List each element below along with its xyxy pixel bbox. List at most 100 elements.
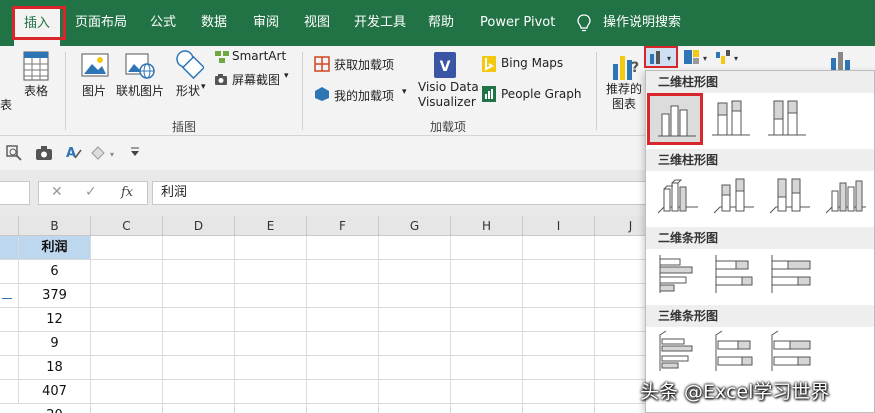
get-addins-button[interactable]: 获取加载项 xyxy=(334,56,394,73)
tab-insert[interactable]: 插入 xyxy=(12,6,66,46)
hierarchy-chart-icon[interactable]: ▾ xyxy=(682,48,710,66)
cell[interactable] xyxy=(0,356,19,380)
3d-percent-stacked-column-option[interactable] xyxy=(764,173,820,225)
percent-stacked-bar-icon xyxy=(771,255,811,293)
people-graph-icon[interactable] xyxy=(482,86,496,102)
cell-value[interactable]: 407 xyxy=(19,380,91,404)
ribbon-tab-bar: 插入 页面布局 公式 数据 审阅 视图 开发工具 帮助 Power Pivot … xyxy=(0,0,875,46)
function-icon[interactable]: fx xyxy=(121,185,133,200)
cell-value[interactable]: 379 xyxy=(19,284,91,308)
chevron-down-icon[interactable]: ▾ xyxy=(284,71,289,81)
people-graph-button[interactable]: People Graph xyxy=(501,87,582,101)
stacked-bar-option[interactable] xyxy=(708,251,764,303)
tab-help[interactable]: 帮助 xyxy=(428,0,454,46)
smartart-icon[interactable] xyxy=(214,50,230,64)
insert-column-chart-button[interactable]: ▾ xyxy=(644,46,678,68)
cell[interactable] xyxy=(0,380,19,404)
3d-clustered-column-option[interactable] xyxy=(652,173,708,225)
illustrations-group-label: 插图 xyxy=(172,120,197,134)
3d-column-option[interactable] xyxy=(820,173,875,225)
chevron-down-icon[interactable]: ▾ xyxy=(201,82,206,92)
cell-b1[interactable]: 利润 xyxy=(19,236,91,260)
tab-review[interactable]: 审阅 xyxy=(253,0,279,46)
section-3d-column: 三维柱形图 xyxy=(646,149,874,171)
tab-power-pivot[interactable]: Power Pivot xyxy=(480,0,555,46)
cell-value[interactable]: 6 xyxy=(19,260,91,284)
cell-value[interactable]: 12 xyxy=(19,308,91,332)
column-header-h[interactable]: H xyxy=(451,216,523,236)
cell[interactable] xyxy=(0,308,19,332)
column-header-partial[interactable] xyxy=(0,216,19,236)
tab-formulas[interactable]: 公式 xyxy=(150,0,176,46)
stacked-column-option[interactable] xyxy=(706,95,762,147)
column-header-f[interactable]: F xyxy=(307,216,379,236)
percent-stacked-column-option[interactable] xyxy=(762,95,818,147)
font-color-icon[interactable]: A xyxy=(64,144,82,162)
table-icon[interactable] xyxy=(22,50,50,82)
smartart-button[interactable]: SmartArt xyxy=(232,49,286,63)
column-header-g[interactable]: G xyxy=(379,216,451,236)
cell[interactable] xyxy=(0,332,19,356)
shapes-icon[interactable] xyxy=(174,48,204,80)
tab-view[interactable]: 视图 xyxy=(304,0,330,46)
my-addins-icon[interactable] xyxy=(314,86,330,102)
3d-stacked-bar-option[interactable] xyxy=(708,329,764,381)
bing-icon[interactable] xyxy=(482,56,496,72)
shapes-button-label[interactable]: 形状 xyxy=(176,82,200,99)
3d-clustered-bar-option[interactable] xyxy=(652,329,708,381)
tab-data[interactable]: 数据 xyxy=(201,0,227,46)
3d-stacked-column-option[interactable] xyxy=(708,173,764,225)
chevron-down-icon[interactable]: ▾ xyxy=(402,87,407,97)
clustered-column-option[interactable] xyxy=(647,93,703,145)
picture-button-label[interactable]: 图片 xyxy=(82,82,106,99)
column-header-i[interactable]: I xyxy=(523,216,595,236)
3d-percent-stacked-bar-option[interactable] xyxy=(764,329,820,381)
lightbulb-icon xyxy=(577,14,591,32)
zoom-icon[interactable] xyxy=(6,145,22,161)
group-separator xyxy=(65,52,66,130)
camera-plus-icon[interactable] xyxy=(213,72,229,86)
name-box[interactable] xyxy=(0,181,30,205)
cell-value[interactable]: 9 xyxy=(19,332,91,356)
column-header-c[interactable]: C xyxy=(91,216,163,236)
visio-label-line1[interactable]: Visio Data xyxy=(418,80,479,94)
cell-value[interactable]: 18 xyxy=(19,356,91,380)
bing-maps-button[interactable]: Bing Maps xyxy=(501,56,563,70)
formula-input[interactable]: 利润 xyxy=(152,181,652,205)
visio-label-line2[interactable]: Visualizer xyxy=(418,95,476,109)
visio-icon[interactable]: V xyxy=(430,50,460,80)
clustered-bar-option[interactable] xyxy=(652,251,708,303)
store-icon[interactable] xyxy=(314,56,330,72)
recommended-charts-line2[interactable]: 图表 xyxy=(612,95,636,112)
format-painter-icon[interactable]: ▾ xyxy=(90,145,118,161)
online-picture-icon[interactable] xyxy=(124,50,156,80)
cell-a1[interactable] xyxy=(0,236,19,260)
cell[interactable] xyxy=(0,260,19,284)
stacked-bar-icon xyxy=(715,255,753,293)
picture-icon[interactable] xyxy=(80,50,110,80)
tab-developer[interactable]: 开发工具 xyxy=(354,0,406,46)
cancel-icon[interactable]: ✕ xyxy=(51,184,63,200)
table-button-label[interactable]: 表格 xyxy=(24,82,48,99)
camera-icon[interactable] xyxy=(35,145,53,161)
recommended-charts-icon[interactable]: ? xyxy=(611,50,641,82)
link-underline xyxy=(2,298,12,299)
empty-cells[interactable] xyxy=(91,236,645,413)
confirm-icon[interactable]: ✓ xyxy=(85,184,97,200)
my-addins-button[interactable]: 我的加载项 xyxy=(334,87,394,104)
customize-qat-icon[interactable] xyxy=(130,147,140,157)
column-header-e[interactable]: E xyxy=(235,216,307,236)
cell-value[interactable]: 20 xyxy=(19,404,91,413)
screenshot-button[interactable]: 屏幕截图 xyxy=(232,71,280,88)
column-header-b[interactable]: B xyxy=(19,216,91,236)
tell-me-search[interactable]: 操作说明搜索 xyxy=(603,0,681,46)
percent-stacked-bar-option[interactable] xyxy=(764,251,820,303)
pivot-table-label[interactable]: 表 xyxy=(0,96,12,113)
column-header-d[interactable]: D xyxy=(163,216,235,236)
waterfall-chart-icon[interactable]: ▾ xyxy=(714,48,742,66)
tab-page-layout[interactable]: 页面布局 xyxy=(75,0,127,46)
clustered-column-icon xyxy=(658,105,696,137)
cell[interactable] xyxy=(0,284,19,308)
online-picture-label[interactable]: 联机图片 xyxy=(116,82,164,99)
svg-text:A: A xyxy=(66,146,76,161)
